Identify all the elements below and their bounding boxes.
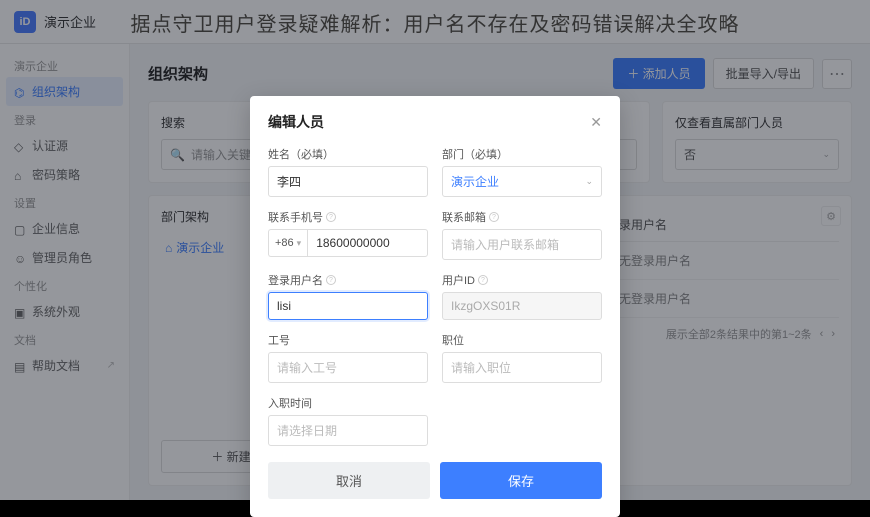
chevron-down-icon: ▾	[297, 238, 302, 249]
name-input[interactable]: 李四	[268, 166, 428, 197]
info-icon: ?	[326, 275, 336, 285]
hiredate-label: 入职时间	[268, 395, 428, 411]
empno-input[interactable]: 请输入工号	[268, 352, 428, 383]
chevron-down-icon: ⌄	[585, 176, 593, 187]
position-input[interactable]: 请输入职位	[442, 352, 602, 383]
empno-label: 工号	[268, 332, 428, 348]
save-button[interactable]: 保存	[440, 462, 602, 499]
info-icon: ?	[478, 275, 488, 285]
phone-input[interactable]: 18600000000	[307, 229, 428, 257]
dept-label: 部门（必填）	[442, 146, 602, 162]
username-input[interactable]: lisi	[268, 292, 428, 320]
userid-field: IkzgOXS01R	[442, 292, 602, 320]
edit-user-modal: 编辑人员 ✕ 姓名（必填） 李四 部门（必填） 演示企业⌄ 联系手机号? +86…	[250, 96, 620, 517]
dept-select[interactable]: 演示企业⌄	[442, 166, 602, 197]
username-label: 登录用户名?	[268, 272, 428, 288]
phone-country-select[interactable]: +86▾	[268, 229, 307, 257]
name-label: 姓名（必填）	[268, 146, 428, 162]
modal-title: 编辑人员	[268, 112, 324, 132]
email-label: 联系邮箱?	[442, 209, 602, 225]
cancel-button[interactable]: 取消	[268, 462, 430, 499]
email-input[interactable]: 请输入用户联系邮箱	[442, 229, 602, 260]
userid-label: 用户ID?	[442, 272, 602, 288]
close-icon[interactable]: ✕	[590, 114, 602, 131]
phone-label: 联系手机号?	[268, 209, 428, 225]
info-icon: ?	[326, 212, 336, 222]
position-label: 职位	[442, 332, 602, 348]
info-icon: ?	[489, 212, 499, 222]
hiredate-input[interactable]: 请选择日期	[268, 415, 428, 446]
